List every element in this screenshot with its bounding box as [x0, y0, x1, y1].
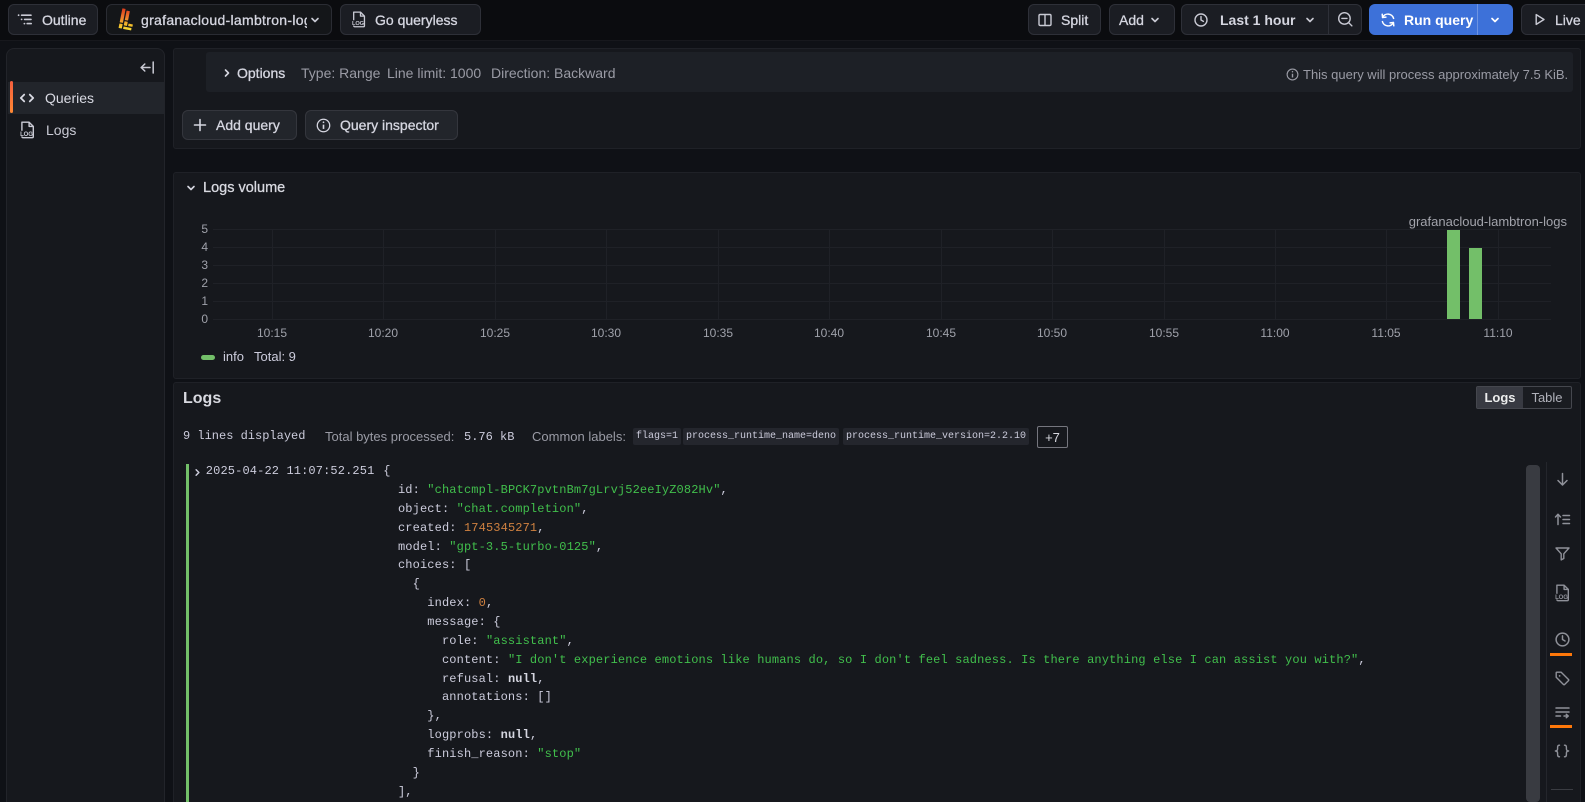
svg-text:LOG: LOG [352, 21, 365, 27]
svg-text:LOG: LOG [20, 132, 33, 138]
svg-text:LOG: LOG [1555, 595, 1568, 601]
